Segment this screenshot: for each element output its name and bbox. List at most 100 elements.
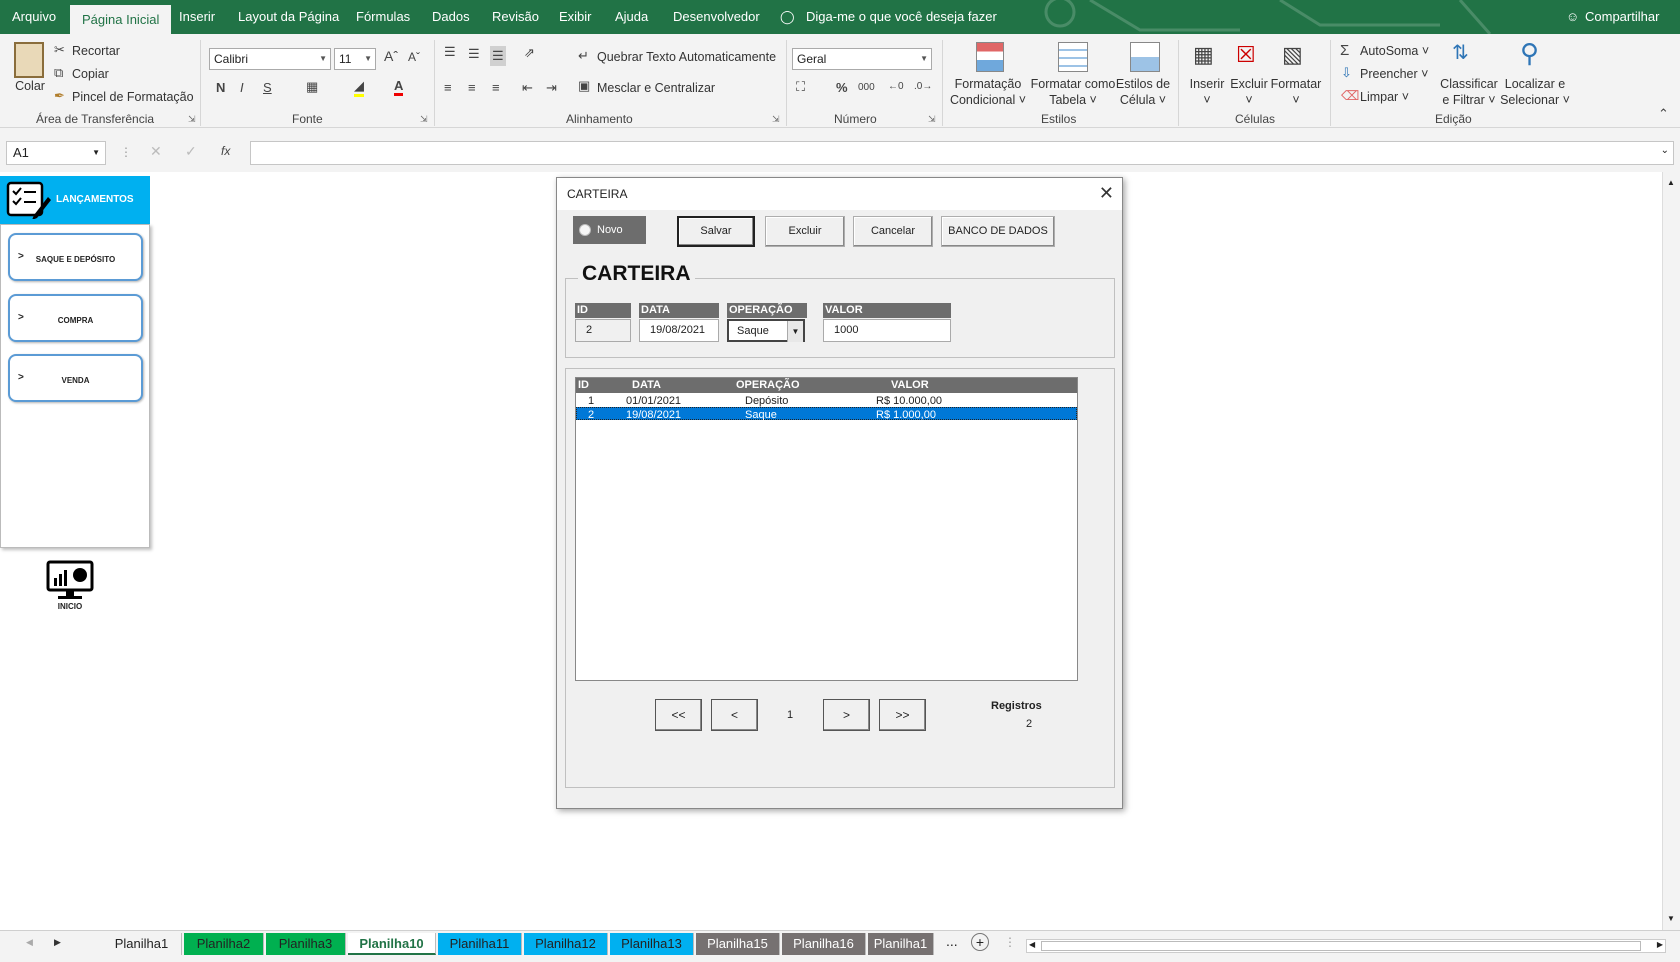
fill-color-icon[interactable]: ◢ [354, 78, 364, 97]
prev-page-button[interactable]: < [711, 699, 758, 731]
font-size-select[interactable]: 11 ▼ [334, 48, 376, 70]
lancamentos-header[interactable]: LANÇAMENTOS [0, 176, 150, 224]
name-box[interactable]: A1 ▼ [6, 141, 106, 165]
autosum-button[interactable]: AutoSoma ˅ [1360, 44, 1429, 58]
cancel-icon[interactable]: ✕ [150, 143, 162, 160]
sheet-tab[interactable]: Planilha11 [438, 933, 522, 955]
percent-icon[interactable]: % [836, 80, 848, 95]
records-listbox[interactable]: ID DATA OPERAÇÃO VALOR 1 01/01/2021 Depó… [575, 377, 1078, 681]
more-sheets[interactable]: ... [946, 933, 958, 949]
dialog-launcher-icon[interactable]: ⇲ [928, 114, 936, 125]
decrease-indent-icon[interactable]: ⇤ [522, 80, 533, 96]
menu-ajuda[interactable]: Ajuda [615, 0, 648, 34]
font-name-select[interactable]: Calibri ▼ [209, 48, 331, 70]
thousands-icon[interactable]: 000 [858, 82, 875, 93]
grow-font-icon[interactable]: Aˆ [384, 48, 398, 64]
sheet-tab[interactable]: Planilha12 [524, 933, 608, 955]
underline-button[interactable]: S [263, 80, 272, 95]
sheet-tab[interactable]: Planilha13 [610, 933, 694, 955]
fx-icon[interactable]: fx [221, 144, 230, 158]
delete-cells-button[interactable]: Excluir ˅ [1228, 76, 1270, 108]
operacao-select[interactable]: Saque ▼ [727, 319, 805, 342]
compra-button[interactable]: > COMPRA [8, 294, 143, 342]
sheet-tab[interactable]: Planilha1 [868, 933, 934, 955]
borders-icon[interactable]: ▦ [306, 79, 318, 95]
dialog-launcher-icon[interactable]: ⇲ [188, 114, 196, 125]
menu-pagina-inicial[interactable]: Página Inicial [70, 5, 172, 34]
add-sheet-icon[interactable]: + [971, 933, 989, 951]
menu-layout[interactable]: Layout da Página [238, 0, 339, 34]
table-row[interactable]: 2 19/08/2021 Saque R$ 1.000,00 [576, 407, 1077, 421]
radio-icon[interactable] [579, 224, 591, 236]
sheet-tab[interactable]: Planilha3 [266, 933, 346, 955]
shrink-font-icon[interactable]: Aˇ [408, 50, 420, 64]
horizontal-scrollbar[interactable]: ◀ ▶ [1026, 939, 1666, 953]
wrap-text-button[interactable]: Quebrar Texto Automaticamente [597, 50, 776, 64]
paste-button[interactable]: Colar [12, 78, 48, 94]
formula-input[interactable]: ⌄ [250, 141, 1674, 165]
scroll-left-icon[interactable]: ◀ [1029, 940, 1035, 949]
next-page-button[interactable]: > [823, 699, 870, 731]
sheet-tab[interactable]: Planilha15 [696, 933, 780, 955]
menu-dados[interactable]: Dados [432, 0, 470, 34]
menu-arquivo[interactable]: Arquivo [12, 0, 56, 34]
merge-center-button[interactable]: Mesclar e Centralizar [597, 81, 715, 95]
align-top-icon[interactable]: ☰ [444, 44, 456, 60]
increase-indent-icon[interactable]: ⇥ [546, 80, 557, 96]
check-icon[interactable]: ✓ [185, 143, 197, 160]
align-right-icon[interactable]: ≡ [492, 80, 500, 95]
sort-filter-button[interactable]: Classificar e Filtrar ˅ [1438, 76, 1500, 108]
align-bottom-icon[interactable]: ☰ [490, 46, 506, 66]
dialog-launcher-icon[interactable]: ⇲ [772, 114, 780, 125]
number-format-select[interactable]: Geral ▼ [792, 48, 932, 70]
format-painter-button[interactable]: Pincel de Formatação [72, 90, 194, 104]
last-page-button[interactable]: >> [879, 699, 926, 731]
menu-inserir[interactable]: Inserir [179, 0, 215, 34]
sheet-tab[interactable]: Planilha2 [184, 933, 264, 955]
inicio-button[interactable]: INICIO [40, 560, 100, 616]
format-as-table-button[interactable]: Formatar como Tabela ˅ [1028, 76, 1118, 108]
cut-button[interactable]: Recortar [72, 44, 120, 58]
sheet-tab[interactable]: Planilha10 [348, 933, 436, 955]
venda-button[interactable]: > VENDA [8, 354, 143, 402]
align-left-icon[interactable]: ≡ [444, 80, 452, 95]
copy-button[interactable]: Copiar [72, 67, 109, 81]
database-button[interactable]: BANCO DE DADOS [941, 216, 1055, 247]
scroll-thumb[interactable] [1041, 941, 1641, 951]
fill-button[interactable]: Preencher ˅ [1360, 67, 1428, 81]
valor-field[interactable]: 1000 [823, 319, 951, 342]
scroll-tabs-right-icon[interactable]: ▶ [54, 937, 61, 948]
scroll-tabs-left-icon[interactable]: ◀ [26, 937, 33, 948]
align-middle-icon[interactable]: ☰ [468, 46, 480, 62]
paste-icon[interactable] [14, 42, 44, 78]
format-cells-button[interactable]: Formatar ˅ [1270, 76, 1322, 108]
conditional-format-button[interactable]: Formatação Condicional ˅ [948, 76, 1028, 108]
cancel-button[interactable]: Cancelar [853, 216, 933, 247]
italic-button[interactable]: I [240, 80, 244, 95]
dialog-launcher-icon[interactable]: ⇲ [420, 114, 428, 125]
orientation-icon[interactable]: ⇗ [524, 45, 535, 61]
save-button[interactable]: Salvar [677, 216, 755, 247]
saque-deposito-button[interactable]: > SAQUE E DEPÓSITO [8, 233, 143, 281]
delete-button[interactable]: Excluir [765, 216, 845, 247]
bold-button[interactable]: N [216, 80, 225, 95]
scroll-right-icon[interactable]: ▶ [1657, 940, 1663, 949]
cell-styles-button[interactable]: Estilos de Célula ˅ [1112, 76, 1174, 108]
menu-exibir[interactable]: Exibir [559, 0, 592, 34]
first-page-button[interactable]: << [655, 699, 702, 731]
chevron-down-icon[interactable]: ▼ [787, 321, 803, 342]
menu-revisao[interactable]: Revisão [492, 0, 539, 34]
data-field[interactable]: 19/08/2021 [639, 319, 719, 342]
insert-cells-button[interactable]: Inserir ˅ [1186, 76, 1228, 108]
decrease-decimal-icon[interactable]: .0→ [914, 81, 932, 92]
novo-option[interactable]: Novo [573, 216, 646, 244]
sheet-tab[interactable]: Planilha1 [102, 933, 182, 955]
vertical-scrollbar[interactable]: ▲ ▼ [1662, 172, 1680, 930]
menu-desenvolvedor[interactable]: Desenvolvedor [673, 0, 760, 34]
sheet-tab[interactable]: Planilha16 [782, 933, 866, 955]
table-row[interactable]: 1 01/01/2021 Depósito R$ 10.000,00 [576, 394, 1077, 407]
currency-icon[interactable]: ⛶ [796, 79, 805, 95]
align-center-icon[interactable]: ≡ [468, 80, 476, 95]
increase-decimal-icon[interactable]: ←0 [888, 81, 904, 92]
collapse-ribbon-icon[interactable]: ⌃ [1658, 106, 1669, 122]
